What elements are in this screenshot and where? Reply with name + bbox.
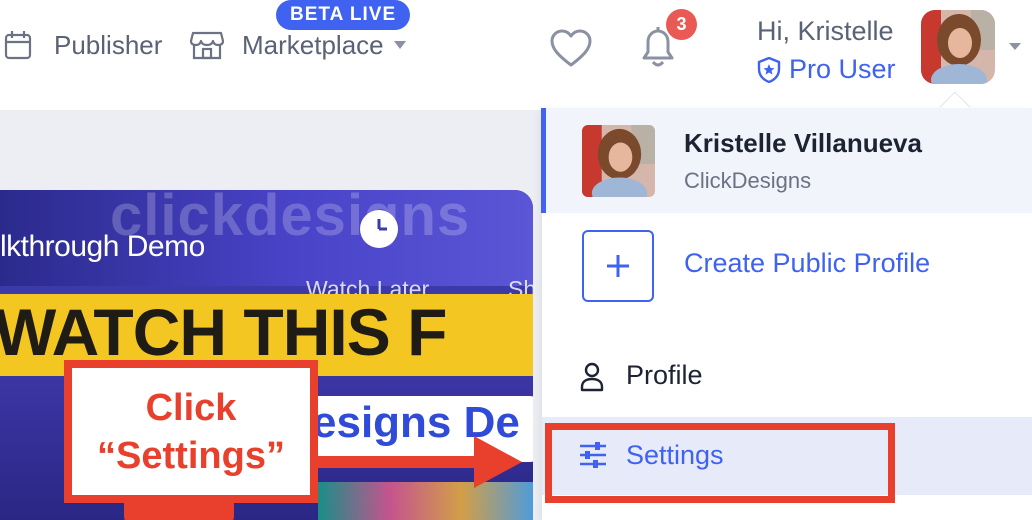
pro-user-badge: Pro User (757, 54, 896, 85)
nav-publisher-label: Publisher (54, 29, 163, 60)
heart-icon[interactable] (549, 28, 593, 68)
video-headline: WATCH THIS F (0, 295, 447, 369)
create-public-profile-button[interactable] (582, 230, 654, 302)
top-nav-bar: Publisher Marketplace BETA LIVE 3 Hi, Kr… (0, 0, 1032, 110)
annotation-arrow-head (474, 436, 522, 488)
create-public-profile-link[interactable]: Create Public Profile (684, 248, 930, 279)
dropdown-user-company: ClickDesigns (684, 168, 812, 193)
annotation-callout: Click “Settings” (64, 360, 318, 503)
chevron-down-icon (393, 41, 406, 49)
clock-icon[interactable] (360, 210, 398, 248)
annotation-arrow-shaft (318, 456, 478, 468)
shield-icon (757, 56, 781, 83)
person-icon (580, 362, 604, 392)
avatar[interactable] (921, 10, 995, 84)
user-greeting[interactable]: Hi, Kristelle (757, 16, 894, 47)
calendar-icon (4, 31, 32, 60)
avatar (582, 125, 655, 197)
nav-marketplace[interactable]: Marketplace (190, 24, 406, 66)
video-walkthrough-text: lkthrough Demo (0, 230, 205, 263)
annotation-line-1: Click (145, 386, 237, 429)
menu-item-profile[interactable] (541, 340, 1032, 414)
dropdown-user-name: Kristelle Villanueva (684, 128, 922, 158)
menu-item-profile-label[interactable]: Profile (626, 360, 703, 391)
chevron-down-icon[interactable] (1009, 43, 1021, 50)
store-icon (190, 31, 224, 60)
notification-count-badge: 3 (666, 9, 697, 40)
nav-publisher[interactable]: Publisher (4, 24, 162, 66)
plus-icon (607, 255, 629, 277)
nav-marketplace-label: Marketplace (242, 29, 384, 60)
pro-user-label: Pro User (789, 54, 896, 84)
annotation-line-2: “Settings” (97, 434, 285, 477)
settings-highlight-box (545, 423, 895, 503)
beta-live-badge: BETA LIVE (276, 0, 411, 30)
